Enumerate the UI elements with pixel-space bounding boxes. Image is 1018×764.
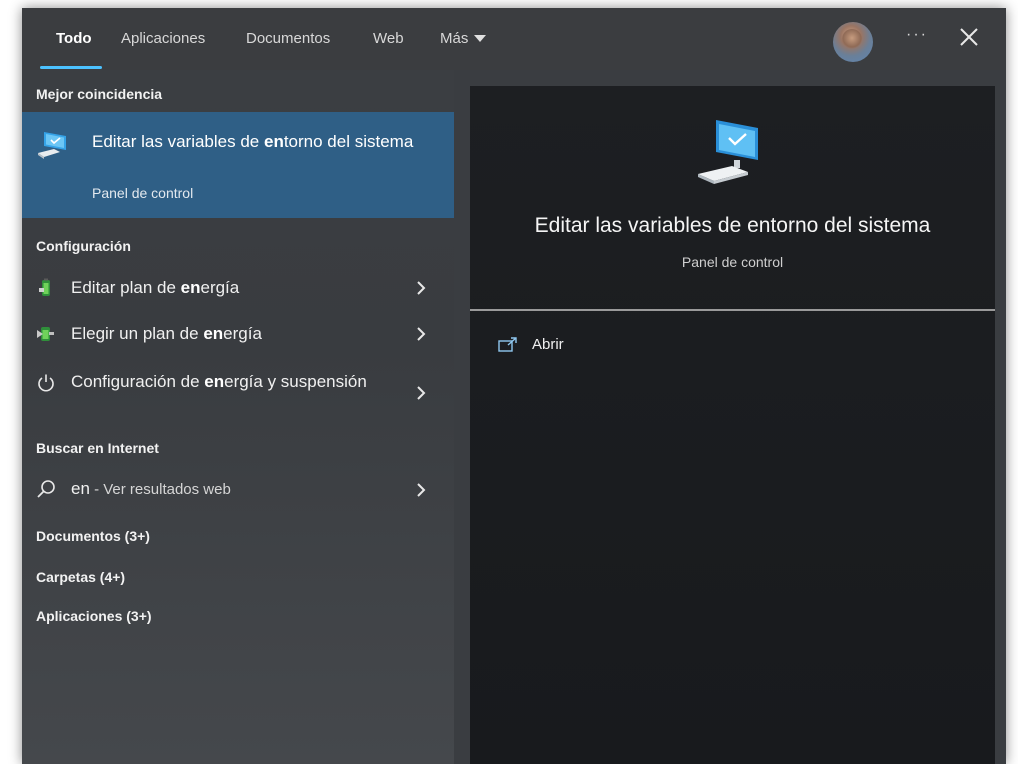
open-action[interactable]: Abrir <box>498 336 564 353</box>
settings-item-power-sleep[interactable]: Configuración de energía y suspensión <box>22 362 454 422</box>
ellipsis-icon: ··· <box>906 26 928 43</box>
chevron-right-icon <box>417 281 426 295</box>
chevron-right-icon <box>417 483 426 497</box>
power-icon <box>38 374 54 392</box>
tab-documentos[interactable]: Documentos <box>246 30 330 47</box>
section-header-best-match: Mejor coincidencia <box>36 86 163 102</box>
group-documentos[interactable]: Documentos (3+) <box>36 528 150 544</box>
close-button[interactable] <box>954 22 984 52</box>
tab-aplicaciones[interactable]: Aplicaciones <box>121 30 205 47</box>
group-carpetas[interactable]: Carpetas (4+) <box>36 569 125 585</box>
results-panel: Mejor coincidencia Editar las variables … <box>22 70 454 764</box>
open-action-label: Abrir <box>532 336 564 353</box>
preview-title: Editar las variables de entorno del sist… <box>534 214 931 237</box>
best-match-result[interactable]: Editar las variables de entorno del sist… <box>22 112 454 218</box>
settings-item-label: Configuración de energía y suspensión <box>71 372 367 391</box>
chevron-down-icon <box>474 35 487 42</box>
tab-mas-label: Más <box>440 30 469 47</box>
close-icon <box>960 28 978 46</box>
chevron-right-icon <box>417 386 426 400</box>
best-match-subtitle: Panel de control <box>92 185 194 201</box>
web-search-label: en - Ver resultados web <box>71 477 231 502</box>
settings-item-choose-power-plan[interactable]: Elegir un plan de energía <box>22 312 454 356</box>
web-search-result[interactable]: en - Ver resultados web <box>22 466 454 512</box>
power-plan-icon <box>37 327 54 341</box>
settings-item-label: Elegir un plan de energía <box>71 324 262 343</box>
settings-item-edit-power-plan[interactable]: Editar plan de energía <box>22 266 454 310</box>
section-header-settings: Configuración <box>36 238 131 254</box>
settings-item-label: Editar plan de energía <box>71 278 240 297</box>
tab-mas[interactable]: Más <box>440 30 487 47</box>
chevron-right-icon <box>417 327 426 341</box>
group-aplicaciones[interactable]: Aplicaciones (3+) <box>36 608 152 624</box>
web-search-query: en <box>71 479 90 498</box>
search-icon <box>37 480 55 498</box>
preview-panel: Editar las variables de entorno del sist… <box>470 86 995 764</box>
more-options-button[interactable]: ··· <box>903 23 931 51</box>
search-tab-bar: Todo Aplicaciones Documentos Web Más ··· <box>22 8 1006 70</box>
best-match-title: Editar las variables de entorno del sist… <box>92 132 414 151</box>
user-avatar[interactable] <box>833 22 873 62</box>
battery-icon <box>39 278 50 296</box>
preview-subtitle: Panel de control <box>681 254 784 270</box>
open-icon <box>498 336 517 352</box>
section-header-internet: Buscar en Internet <box>36 440 159 456</box>
system-properties-icon <box>38 132 66 159</box>
active-tab-indicator <box>40 66 102 69</box>
tab-todo[interactable]: Todo <box>56 30 92 47</box>
web-search-hint: - Ver resultados web <box>89 481 231 498</box>
search-window: Todo Aplicaciones Documentos Web Más ···… <box>22 8 1006 764</box>
preview-divider <box>470 309 995 311</box>
tab-web[interactable]: Web <box>373 30 404 47</box>
system-properties-icon <box>698 120 758 184</box>
